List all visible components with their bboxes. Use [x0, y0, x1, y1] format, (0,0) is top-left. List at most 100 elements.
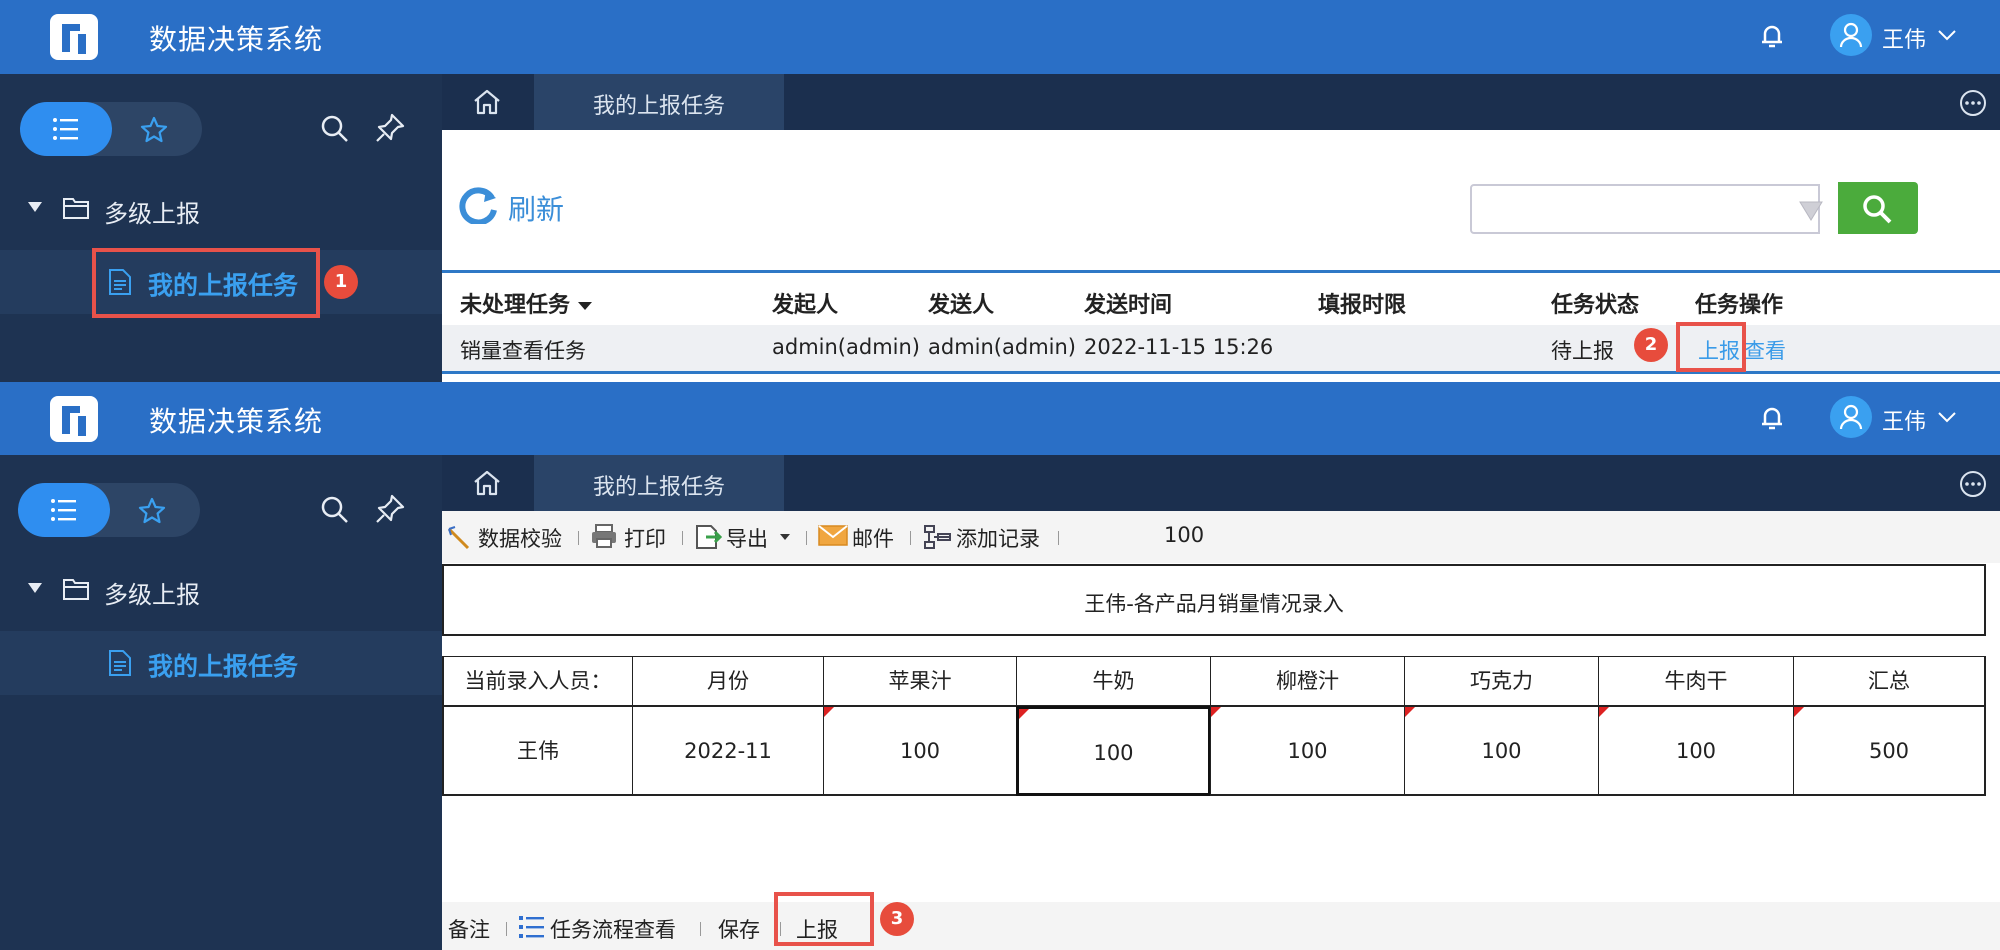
cell-initiator: admin(admin): [772, 335, 920, 359]
col-header-sender: 发送人: [928, 293, 995, 318]
sidebar-item-my-report-tasks[interactable]: 我的上报任务: [0, 631, 442, 695]
value-cell-chocolate[interactable]: 100: [1404, 706, 1599, 796]
tab-home[interactable]: [442, 455, 534, 511]
view-link[interactable]: 查看: [1744, 335, 1786, 365]
chevron-down-icon[interactable]: [1937, 28, 1957, 42]
header-cell-beef-jerky: 牛肉干: [1598, 656, 1794, 706]
search-icon[interactable]: [320, 114, 350, 144]
add-record-button[interactable]: 添加记录: [922, 521, 1052, 553]
value-text: 100: [899, 739, 941, 763]
user-avatar[interactable]: [1830, 14, 1872, 56]
notification-bell-icon[interactable]: [1757, 402, 1787, 434]
chevron-down-icon[interactable]: [1937, 410, 1957, 424]
list-view-button[interactable]: [20, 102, 112, 156]
form-title: 王伟-各产品月销量情况录入: [442, 564, 1986, 636]
editable-marker: [1019, 709, 1029, 719]
value-cell-apple-juice[interactable]: 100: [823, 706, 1017, 796]
sidebar-mode-switch: [18, 483, 200, 537]
col-header-status: 任务状态: [1551, 293, 1640, 318]
sidebar-folder-multilevel[interactable]: 多级上报: [0, 186, 442, 230]
export-icon: [696, 525, 722, 549]
more-options-icon[interactable]: [1958, 469, 1988, 499]
refresh-icon[interactable]: [456, 184, 500, 224]
folder-icon: [63, 198, 89, 219]
col-header-operation: 任务操作: [1695, 293, 1784, 318]
search-icon[interactable]: [320, 495, 350, 525]
table-row[interactable]: 销量查看任务 admin(admin) admin(admin) 2022-11…: [442, 325, 2000, 371]
remark-button[interactable]: 备注: [448, 914, 490, 944]
header-cell-chocolate: 巧克力: [1404, 656, 1599, 706]
more-options-icon[interactable]: [1958, 88, 1988, 118]
value-cell-beef-jerky[interactable]: 100: [1598, 706, 1794, 796]
printer-icon: [592, 524, 616, 548]
col-header-send-time: 发送时间: [1084, 293, 1173, 318]
value-text: 100: [1675, 739, 1717, 763]
caret-down-icon[interactable]: [28, 583, 42, 595]
user-avatar[interactable]: [1830, 396, 1872, 438]
home-icon: [474, 89, 500, 115]
add-record-icon: [924, 525, 951, 549]
value-text: 100: [1481, 739, 1522, 763]
pin-icon[interactable]: [374, 112, 406, 144]
col-header-label: 未处理任务: [460, 293, 571, 318]
sidebar-folder-label: 多级上报: [104, 581, 200, 609]
tab-my-report-tasks[interactable]: 我的上报任务: [534, 455, 784, 511]
value-cell-orange-juice[interactable]: 100: [1210, 706, 1405, 796]
refresh-button[interactable]: 刷新: [508, 188, 564, 228]
toolbar-divider: [682, 531, 683, 545]
export-caret-icon: [780, 534, 790, 540]
top-header-bar: 数据决策系统 王伟: [0, 0, 2000, 74]
search-input[interactable]: [1470, 184, 1820, 234]
col-header-task[interactable]: 未处理任务: [460, 287, 593, 319]
editable-marker: [1211, 707, 1221, 717]
export-button[interactable]: 导出: [694, 521, 794, 553]
cell-sender: admin(admin): [928, 335, 1076, 359]
pin-icon[interactable]: [374, 493, 406, 525]
tab-my-report-tasks[interactable]: 我的上报任务: [534, 74, 784, 130]
top-header-bar: 数据决策系统 王伟: [0, 382, 2000, 455]
user-name[interactable]: 王伟: [1882, 404, 1926, 436]
header-cell-entry-person: 当前录入人员：: [442, 656, 633, 706]
value-cell-milk[interactable]: 100: [1016, 706, 1211, 796]
mail-label: 邮件: [852, 527, 894, 551]
app-logo-icon: [50, 14, 98, 60]
user-name[interactable]: 王伟: [1882, 22, 1926, 54]
save-button[interactable]: 保存: [718, 914, 760, 944]
col-header-initiator: 发起人: [772, 293, 839, 318]
notification-bell-icon[interactable]: [1757, 20, 1787, 52]
folder-icon: [63, 579, 89, 600]
sidebar-folder-label: 多级上报: [104, 200, 200, 228]
bottom-toolbar: 备注 任务流程查看 保存 上报: [442, 902, 2000, 950]
col-header-deadline: 填报时限: [1318, 293, 1407, 318]
value-text: 500: [1868, 739, 1910, 763]
tab-bar: 我的上报任务: [442, 74, 2000, 130]
value-text: 100: [1287, 739, 1328, 763]
favorites-star-icon[interactable]: [140, 116, 168, 144]
add-record-label: 添加记录: [956, 527, 1040, 551]
caret-down-icon[interactable]: [28, 202, 42, 214]
flow-view-label: 任务流程查看: [550, 918, 676, 942]
zoom-level[interactable]: 100: [1164, 523, 1204, 547]
toolbar-divider: [1058, 531, 1059, 545]
print-button[interactable]: 打印: [590, 521, 670, 553]
sort-caret-icon[interactable]: [578, 302, 593, 310]
tab-home[interactable]: [442, 74, 534, 130]
search-button[interactable]: [1838, 182, 1918, 234]
list-view-button[interactable]: [18, 483, 110, 537]
mail-button[interactable]: 邮件: [818, 521, 898, 553]
highlight-box-sidebar-task: [92, 248, 320, 318]
editable-marker: [1405, 707, 1415, 717]
sidebar-folder-multilevel[interactable]: 多级上报: [0, 567, 442, 611]
header-cell-apple-juice: 苹果汁: [823, 656, 1017, 706]
data-validate-button[interactable]: 数据校验: [446, 521, 566, 553]
step-badge-3: 3: [880, 902, 914, 936]
tab-label: 我的上报任务: [592, 475, 725, 500]
home-icon: [474, 470, 500, 496]
favorites-star-icon[interactable]: [138, 497, 166, 525]
validate-wand-icon: [447, 526, 470, 550]
form-title-text: 王伟-各产品月销量情况录入: [1084, 592, 1344, 616]
toolbar-divider: [578, 531, 579, 545]
list-icon: [53, 118, 78, 140]
sidebar-item-label: 我的上报任务: [148, 652, 299, 681]
dropdown-triangle-icon[interactable]: [1798, 200, 1824, 222]
